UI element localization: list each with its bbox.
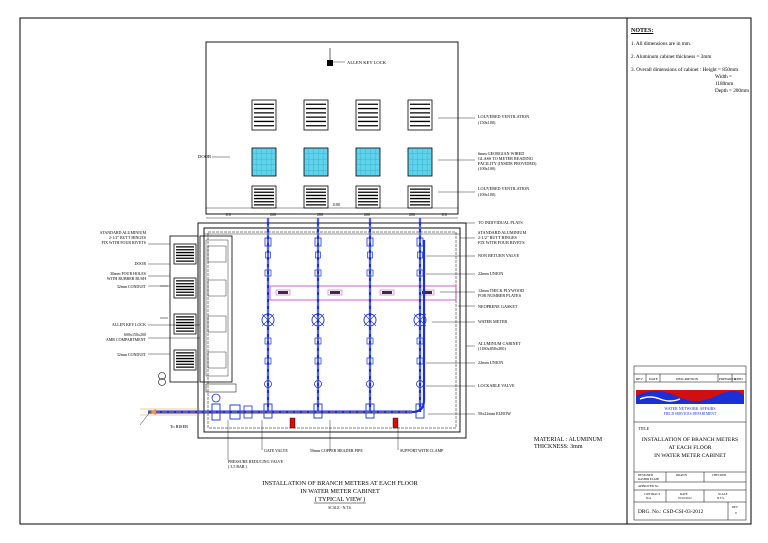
svg-text:FIX WITH FOUR RIVETS: FIX WITH FOUR RIVETS [478, 240, 525, 245]
title-block-title: INSTALLATION OF BRANCH METERS [642, 437, 738, 443]
svg-text:(100x100): (100x100) [478, 192, 496, 197]
water-network-logo: WATER NETWORK AFFAIRS FIELD SERVICES DEP… [636, 390, 744, 416]
allen-key-lock-icon [327, 60, 333, 66]
svg-text:110: 110 [225, 212, 231, 217]
svg-text:(100x100): (100x100) [478, 166, 496, 171]
conduit-label: 32mm CONDUIT [117, 352, 147, 357]
title-block-title: IN WATER METER CABINET [654, 453, 726, 459]
svg-text:N/A: N/A [646, 496, 652, 500]
drawing-title-line: ( TYPICAL VIEW ) [315, 496, 365, 503]
note-item: Depth = 200mm [715, 88, 750, 94]
svg-text:FOR NUMBER PLATES: FOR NUMBER PLATES [478, 293, 522, 298]
thickness-label: THICKNESS: 3mm [534, 444, 583, 450]
notes-panel: NOTES: 1. All dimensions are in mm. 2. A… [631, 28, 751, 95]
gate-valve-label: GATE VALVE [264, 448, 288, 453]
glass-panel [251, 147, 277, 177]
drawing-title: INSTALLATION OF BRANCH METERS AT EACH FL… [262, 480, 418, 510]
svg-text:(150x100): (150x100) [478, 120, 496, 125]
svg-text:RASHID ELAIB: RASHID ELAIB [638, 477, 659, 481]
drawing-title-line: IN WATER METER CABINET [300, 488, 380, 495]
bottom-callouts: GATE VALVE 50mm COPPER HEADER PIPE SUPPO… [228, 437, 603, 469]
elbow-label: 50x22mm ELBOW [478, 411, 511, 416]
title-block-text: TITLE INSTALLATION OF BRANCH METERS AT E… [638, 426, 739, 515]
svg-text:DESCRIPTION: DESCRIPTION [676, 377, 699, 381]
logo-text: WATER NETWORK AFFAIRS [664, 406, 715, 411]
svg-text:10/10/2012: 10/10/2012 [678, 496, 692, 500]
support-clamp-icon [392, 417, 399, 429]
svg-text:CHECKED: CHECKED [712, 473, 727, 477]
support-clamp-icon [289, 417, 296, 429]
svg-text:(1180x850x200): (1180x850x200) [478, 346, 506, 351]
drawing-title-line: INSTALLATION OF BRANCH METERS AT EACH FL… [262, 480, 418, 487]
lockable-valve-label: LOCKABLE VALVE [478, 383, 515, 388]
svg-text:110: 110 [441, 212, 447, 217]
revision-header: REV DATE DESCRIPTION PREPARED APPD [636, 377, 743, 381]
svg-text:200: 200 [270, 212, 276, 217]
union-label: 22mm UNION [478, 271, 503, 276]
louvered-ventilation-label: LOUVERED VENTILATION [478, 114, 529, 119]
note-item: 2. Aluminum cabinet thickness = 3mm [631, 54, 712, 60]
svg-text:DATE: DATE [649, 377, 658, 381]
louvered-ventilation-label: LOUVERED VENTILATION [478, 186, 529, 191]
allen-key-lock-label: ALLEN KEY LOCK [112, 322, 146, 327]
union-label: 22mm UNION [478, 360, 503, 365]
svg-text:DRAWN: DRAWN [676, 473, 688, 477]
to-riser-label: To RISER [170, 424, 188, 429]
svg-text:WITH RUBBER BUSH: WITH RUBBER BUSH [107, 276, 146, 281]
branch-pipes [261, 218, 427, 419]
svg-text:N.T.S.: N.T.S. [717, 496, 725, 500]
left-callouts: STANDARD ALUMINIUM 2-1/2" BUTT HINGES FI… [100, 230, 147, 357]
allen-key-lock-label: ALLEN KEY LOCK [347, 60, 387, 65]
copper-header-pipe: To RISER [139, 240, 426, 429]
glass-panel [303, 147, 329, 177]
drawing-number: DRG. No.: CSD-CSI-03-2012 [638, 509, 704, 515]
svg-text:REV: REV [732, 505, 739, 509]
svg-text:FIX WITH FOUR RIVETS: FIX WITH FOUR RIVETS [102, 240, 146, 245]
support-clamp-label: SUPPORT WITH CLAMP [400, 448, 444, 453]
conduit-label: 32mm CONDUIT [117, 284, 147, 289]
material-label: MATERIAL : ALUMINUM [534, 437, 603, 443]
note-item: Width = 1180mm [715, 74, 734, 87]
svg-text:( 3.5 BAR ): ( 3.5 BAR ) [228, 464, 248, 469]
right-callouts: LOUVERED VENTILATION (150x100) 6mm GEORG… [478, 114, 537, 416]
glass-panel [407, 147, 433, 177]
notes-heading: NOTES: [631, 28, 654, 34]
svg-text:APPROVED No.: APPROVED No. [638, 484, 659, 488]
glass-panel [355, 147, 381, 177]
svg-text:AMR COMPARTMENT: AMR COMPARTMENT [106, 337, 147, 342]
neoprene-gasket-label: NEOPRENE GASKET [478, 304, 518, 309]
svg-text:200: 200 [364, 212, 370, 217]
water-meter-label: WATER METER [478, 319, 507, 324]
svg-text:1180: 1180 [332, 202, 340, 207]
title-block-title: AT EACH FLOOR [668, 445, 711, 451]
svg-text:200: 200 [409, 212, 415, 217]
logo-subtext: FIELD SERVICES DEPARTMENT [664, 412, 717, 416]
note-item: 1. All dimensions are in mm. [631, 41, 692, 47]
revision-number: 0 [735, 511, 737, 515]
cabinet-front-view: ALLEN KEY LOCK DOOR [198, 41, 459, 215]
note-item: 3. Overall dimensions of cabinet : Heigh… [631, 67, 739, 73]
svg-text:200: 200 [317, 212, 323, 217]
svg-text:REV: REV [636, 377, 643, 381]
door-label: DOOR [198, 154, 212, 159]
non-return-valve-label: NON RETURN VALVE [478, 253, 520, 258]
scale-label: SCALE - N.T.S. [328, 506, 352, 510]
svg-text:APPD: APPD [734, 377, 743, 381]
copper-header-label: 50mm COPPER HEADER PIPE [310, 448, 363, 453]
door-label: DOOR [135, 261, 147, 266]
to-plots-label: TO INDIVIDUAL PLATS [478, 220, 523, 225]
svg-text:TITLE: TITLE [638, 426, 650, 431]
